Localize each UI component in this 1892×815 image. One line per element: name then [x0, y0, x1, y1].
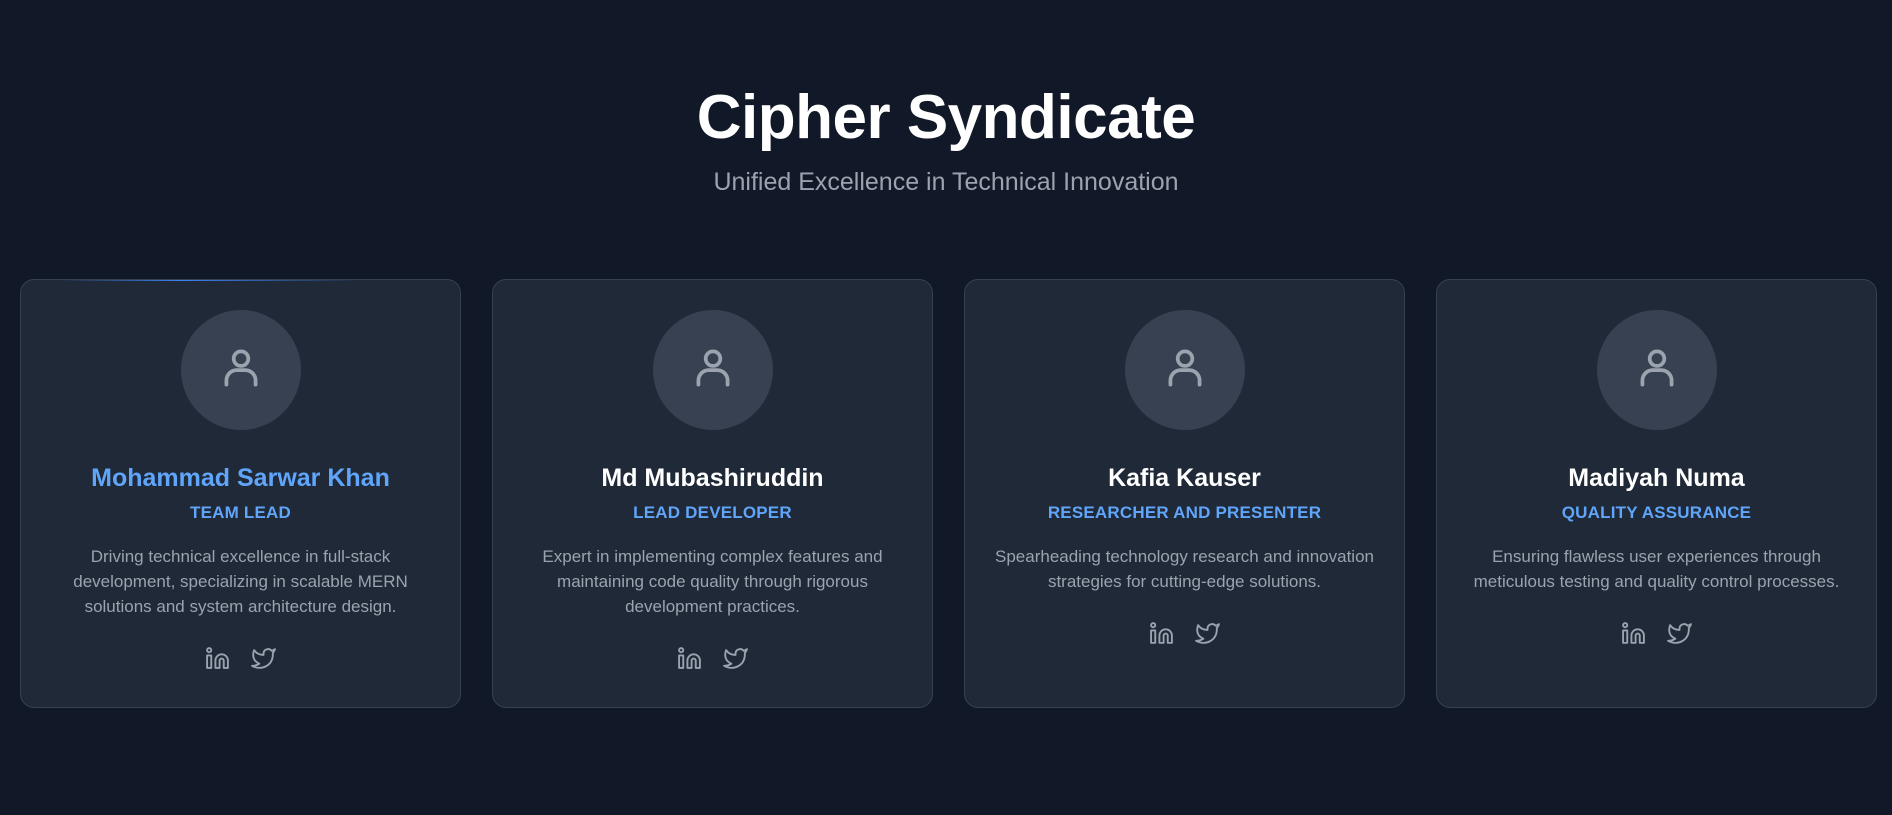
user-icon [216, 343, 266, 398]
member-description: Spearheading technology research and inn… [995, 547, 1374, 591]
twitter-icon[interactable] [1667, 620, 1693, 646]
member-description: Expert in implementing complex features … [542, 547, 883, 616]
member-role: RESEARCHER AND PRESENTER [1047, 503, 1322, 522]
member-name: Md Mubashiruddin [601, 464, 824, 492]
avatar [652, 310, 773, 430]
social-links [965, 620, 1404, 646]
member-description: Driving technical excellence in full-sta… [73, 547, 408, 616]
avatar [1596, 310, 1717, 430]
avatar [180, 310, 301, 430]
member-name: Kafia Kauser [1108, 464, 1261, 492]
user-icon [688, 343, 738, 398]
member-name: Mohammad Sarwar Khan [91, 464, 390, 492]
twitter-icon[interactable] [723, 645, 749, 671]
member-name: Madiyah Numa [1568, 464, 1745, 492]
linkedin-icon[interactable] [1621, 620, 1647, 646]
social-links [1437, 620, 1876, 646]
team-member-card: Madiyah Numa QUALITY ASSURANCE Ensuring … [1436, 279, 1877, 708]
page-header: Cipher Syndicate Unified Excellence in T… [0, 78, 1892, 198]
page-title: Cipher Syndicate [696, 83, 1196, 152]
linkedin-icon[interactable] [677, 645, 703, 671]
member-description: Ensuring flawless user experiences throu… [1473, 547, 1840, 591]
member-role: QUALITY ASSURANCE [1561, 503, 1752, 522]
social-links [493, 645, 932, 671]
member-role: TEAM LEAD [190, 503, 291, 522]
team-grid: Mohammad Sarwar Khan TEAM LEAD Driving t… [20, 279, 1880, 708]
linkedin-icon[interactable] [205, 645, 231, 671]
team-member-card: Md Mubashiruddin LEAD DEVELOPER Expert i… [492, 279, 933, 708]
page-subtitle: Unified Excellence in Technical Innovati… [713, 168, 1179, 196]
team-member-card: Kafia Kauser RESEARCHER AND PRESENTER Sp… [964, 279, 1405, 708]
user-icon [1160, 343, 1210, 398]
linkedin-icon[interactable] [1149, 620, 1175, 646]
social-links [21, 645, 460, 671]
member-role: LEAD DEVELOPER [633, 503, 792, 522]
twitter-icon[interactable] [251, 645, 277, 671]
twitter-icon[interactable] [1195, 620, 1221, 646]
team-member-card: Mohammad Sarwar Khan TEAM LEAD Driving t… [20, 279, 461, 708]
user-icon [1632, 343, 1682, 398]
avatar [1124, 310, 1245, 430]
team-page: Cipher Syndicate Unified Excellence in T… [0, 0, 1892, 815]
